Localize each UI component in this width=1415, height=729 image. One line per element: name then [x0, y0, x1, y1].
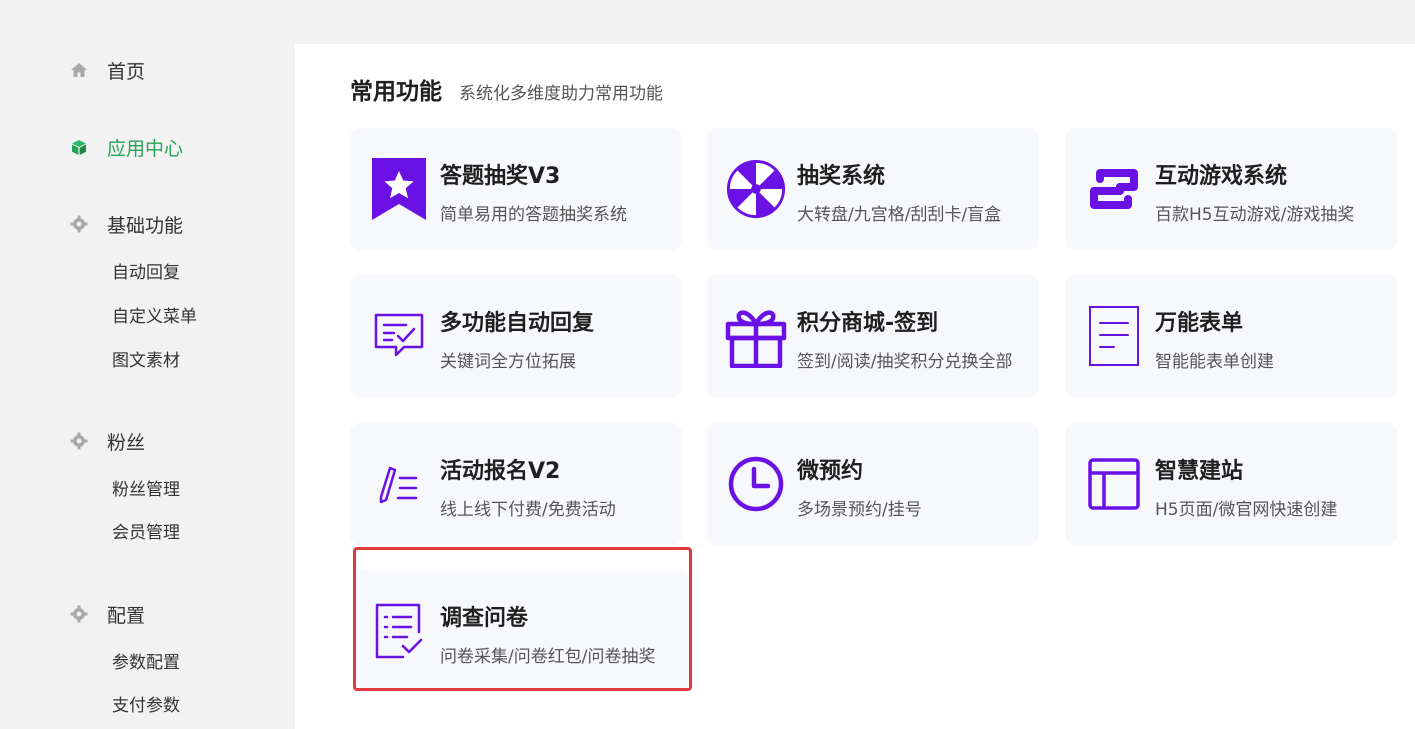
nav-fans[interactable]: 粉丝	[70, 429, 146, 454]
nav-member-management[interactable]: 会员管理	[112, 522, 180, 544]
app-card-desc: 多场景预约/挂号	[797, 500, 922, 520]
wheel-icon	[725, 158, 787, 220]
app-card-desc: 问卷采集/问卷红包/问卷抽奖	[440, 647, 656, 667]
star-ribbon-icon	[368, 158, 430, 220]
app-card-name: 抽奖系统	[797, 164, 886, 189]
app-card-desc: 智能能表单创建	[1155, 352, 1274, 372]
sidebar: 首页 应用中心 基础功能 自动回复 自定义菜单 图文素材 粉丝 粉丝管理 会员管…	[0, 0, 295, 729]
nav-param-config[interactable]: 参数配置	[112, 652, 180, 674]
app-card-desc: 线上线下付费/免费活动	[440, 500, 616, 520]
app-card-name: 智慧建站	[1155, 459, 1244, 484]
section-header: 常用功能 系统化多维度助力常用功能	[350, 72, 663, 106]
pen-list-icon	[368, 453, 430, 515]
nav-config-label: 配置	[107, 604, 146, 627]
section-subtitle: 系统化多维度助力常用功能	[459, 84, 663, 104]
nav-home-label: 首页	[107, 60, 146, 83]
app-card-universal-form[interactable]: 万能表单 智能能表单创建	[1065, 275, 1397, 397]
app-card-desc: 百款H5互动游戏/游戏抽奖	[1155, 205, 1355, 225]
app-card-lottery-system[interactable]: 抽奖系统 大转盘/九宫格/刮刮卡/盲盒	[707, 128, 1039, 250]
link-icon	[1083, 158, 1145, 220]
gear-icon	[70, 605, 88, 623]
nav-config[interactable]: 配置	[70, 602, 146, 627]
nav-app-center[interactable]: 应用中心	[70, 135, 184, 160]
home-icon	[70, 61, 88, 79]
app-card-name: 答题抽奖V3	[440, 164, 561, 189]
app-card-auto-reply[interactable]: 多功能自动回复 关键词全方位拓展	[350, 275, 682, 397]
app-card-name: 万能表单	[1155, 311, 1244, 336]
app-card-desc: 签到/阅读/抽奖积分兑换全部	[797, 352, 1013, 372]
layout-icon	[1083, 453, 1145, 515]
chat-check-icon	[368, 305, 430, 367]
app-card-event-signup[interactable]: 活动报名V2 线上线下付费/免费活动	[350, 423, 682, 545]
app-card-interactive-games[interactable]: 互动游戏系统 百款H5互动游戏/游戏抽奖	[1065, 128, 1397, 250]
app-card-desc: 简单易用的答题抽奖系统	[440, 205, 627, 225]
app-card-name: 多功能自动回复	[440, 311, 595, 336]
nav-app-center-label: 应用中心	[107, 137, 184, 160]
section-title: 常用功能	[350, 79, 442, 105]
survey-icon	[368, 600, 430, 662]
nav-auto-reply[interactable]: 自动回复	[112, 262, 180, 284]
app-card-smart-site[interactable]: 智慧建站 H5页面/微官网快速创建	[1065, 423, 1397, 545]
gift-icon	[725, 305, 787, 368]
app-card-name: 活动报名V2	[440, 459, 561, 484]
nav-custom-menu[interactable]: 自定义菜单	[112, 306, 197, 328]
cube-icon	[70, 138, 88, 156]
app-card-name: 微预约	[797, 459, 864, 484]
nav-media-library[interactable]: 图文素材	[112, 350, 180, 372]
nav-fans-label: 粉丝	[107, 431, 146, 454]
gear-icon	[70, 215, 88, 233]
form-icon	[1083, 305, 1145, 367]
nav-fans-management[interactable]: 粉丝管理	[112, 479, 180, 501]
nav-basic[interactable]: 基础功能	[70, 212, 184, 237]
top-bar	[295, 0, 1415, 44]
clock-icon	[725, 453, 787, 515]
app-card-quiz-lottery[interactable]: 答题抽奖V3 简单易用的答题抽奖系统	[350, 128, 682, 250]
nav-payment-params[interactable]: 支付参数	[112, 695, 180, 717]
app-card-appointment[interactable]: 微预约 多场景预约/挂号	[707, 423, 1039, 545]
app-card-points-mall[interactable]: 积分商城-签到 签到/阅读/抽奖积分兑换全部	[707, 275, 1039, 397]
nav-home[interactable]: 首页	[70, 58, 146, 83]
nav-basic-label: 基础功能	[107, 214, 184, 237]
app-card-desc: 关键词全方位拓展	[440, 352, 576, 372]
app-card-desc: 大转盘/九宫格/刮刮卡/盲盒	[797, 205, 1002, 225]
gear-icon	[70, 432, 88, 450]
app-card-name: 积分商城-签到	[797, 311, 939, 336]
app-card-name: 互动游戏系统	[1155, 164, 1288, 189]
app-card-desc: H5页面/微官网快速创建	[1155, 500, 1338, 520]
main-content: 常用功能 系统化多维度助力常用功能 答题抽奖V3 简单易用的答题抽奖系统 抽奖系…	[295, 44, 1415, 729]
app-card-survey[interactable]: 调查问卷 问卷采集/问卷红包/问卷抽奖	[357, 570, 689, 692]
app-card-name: 调查问卷	[440, 606, 529, 631]
